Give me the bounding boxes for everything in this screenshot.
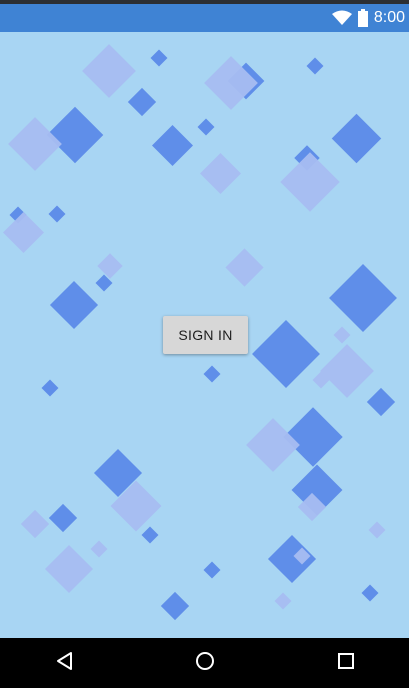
- sign-in-button[interactable]: SIGN IN: [163, 316, 248, 354]
- home-icon: [195, 651, 215, 676]
- background-diamond: [199, 152, 242, 195]
- battery-icon: [357, 9, 368, 27]
- background-diamond: [274, 592, 292, 610]
- background-diamond: [280, 152, 340, 212]
- background-diamond: [361, 584, 379, 602]
- back-icon: [55, 651, 75, 676]
- background-diamond: [141, 526, 159, 544]
- background-diamond: [333, 326, 351, 344]
- recents-button[interactable]: [316, 638, 376, 688]
- background-diamond: [203, 365, 221, 383]
- background-diamond: [44, 544, 94, 594]
- background-diamond: [46, 106, 104, 164]
- status-icons: 8:00: [331, 4, 405, 32]
- wifi-icon: [331, 10, 352, 26]
- background-diamond: [48, 205, 66, 223]
- background-diamond: [331, 113, 382, 164]
- background-diamond: [197, 118, 215, 136]
- background-diamond: [82, 44, 136, 98]
- background-diamond: [368, 521, 386, 539]
- background-diamond: [8, 117, 62, 171]
- background-diamond: [48, 503, 78, 533]
- navigation-bar: [0, 638, 409, 688]
- background-diamond: [267, 534, 317, 584]
- background-diamond: [252, 320, 320, 388]
- background-diamond: [41, 379, 59, 397]
- background-diamond: [151, 124, 194, 167]
- background-diamond: [204, 56, 258, 110]
- background-diamond: [150, 49, 168, 67]
- home-button[interactable]: [175, 638, 235, 688]
- main-content: SIGN IN: [0, 32, 409, 638]
- status-time: 8:00: [373, 9, 405, 26]
- background-diamond: [90, 540, 108, 558]
- background-diamond: [246, 418, 300, 472]
- background-diamond: [366, 387, 396, 417]
- back-button[interactable]: [35, 638, 95, 688]
- background-diamond: [127, 87, 157, 117]
- background-diamond: [203, 561, 221, 579]
- background-diamond: [329, 264, 397, 332]
- background-diamond: [97, 253, 123, 279]
- background-diamond: [225, 248, 264, 287]
- recents-icon: [337, 652, 355, 675]
- background-diamond: [160, 591, 190, 621]
- background-diamond: [320, 344, 374, 398]
- status-bar: 8:00: [0, 4, 409, 32]
- background-diamond: [2, 211, 45, 254]
- background-diamond: [306, 57, 324, 75]
- background-diamond: [49, 280, 99, 330]
- background-diamond: [20, 509, 50, 539]
